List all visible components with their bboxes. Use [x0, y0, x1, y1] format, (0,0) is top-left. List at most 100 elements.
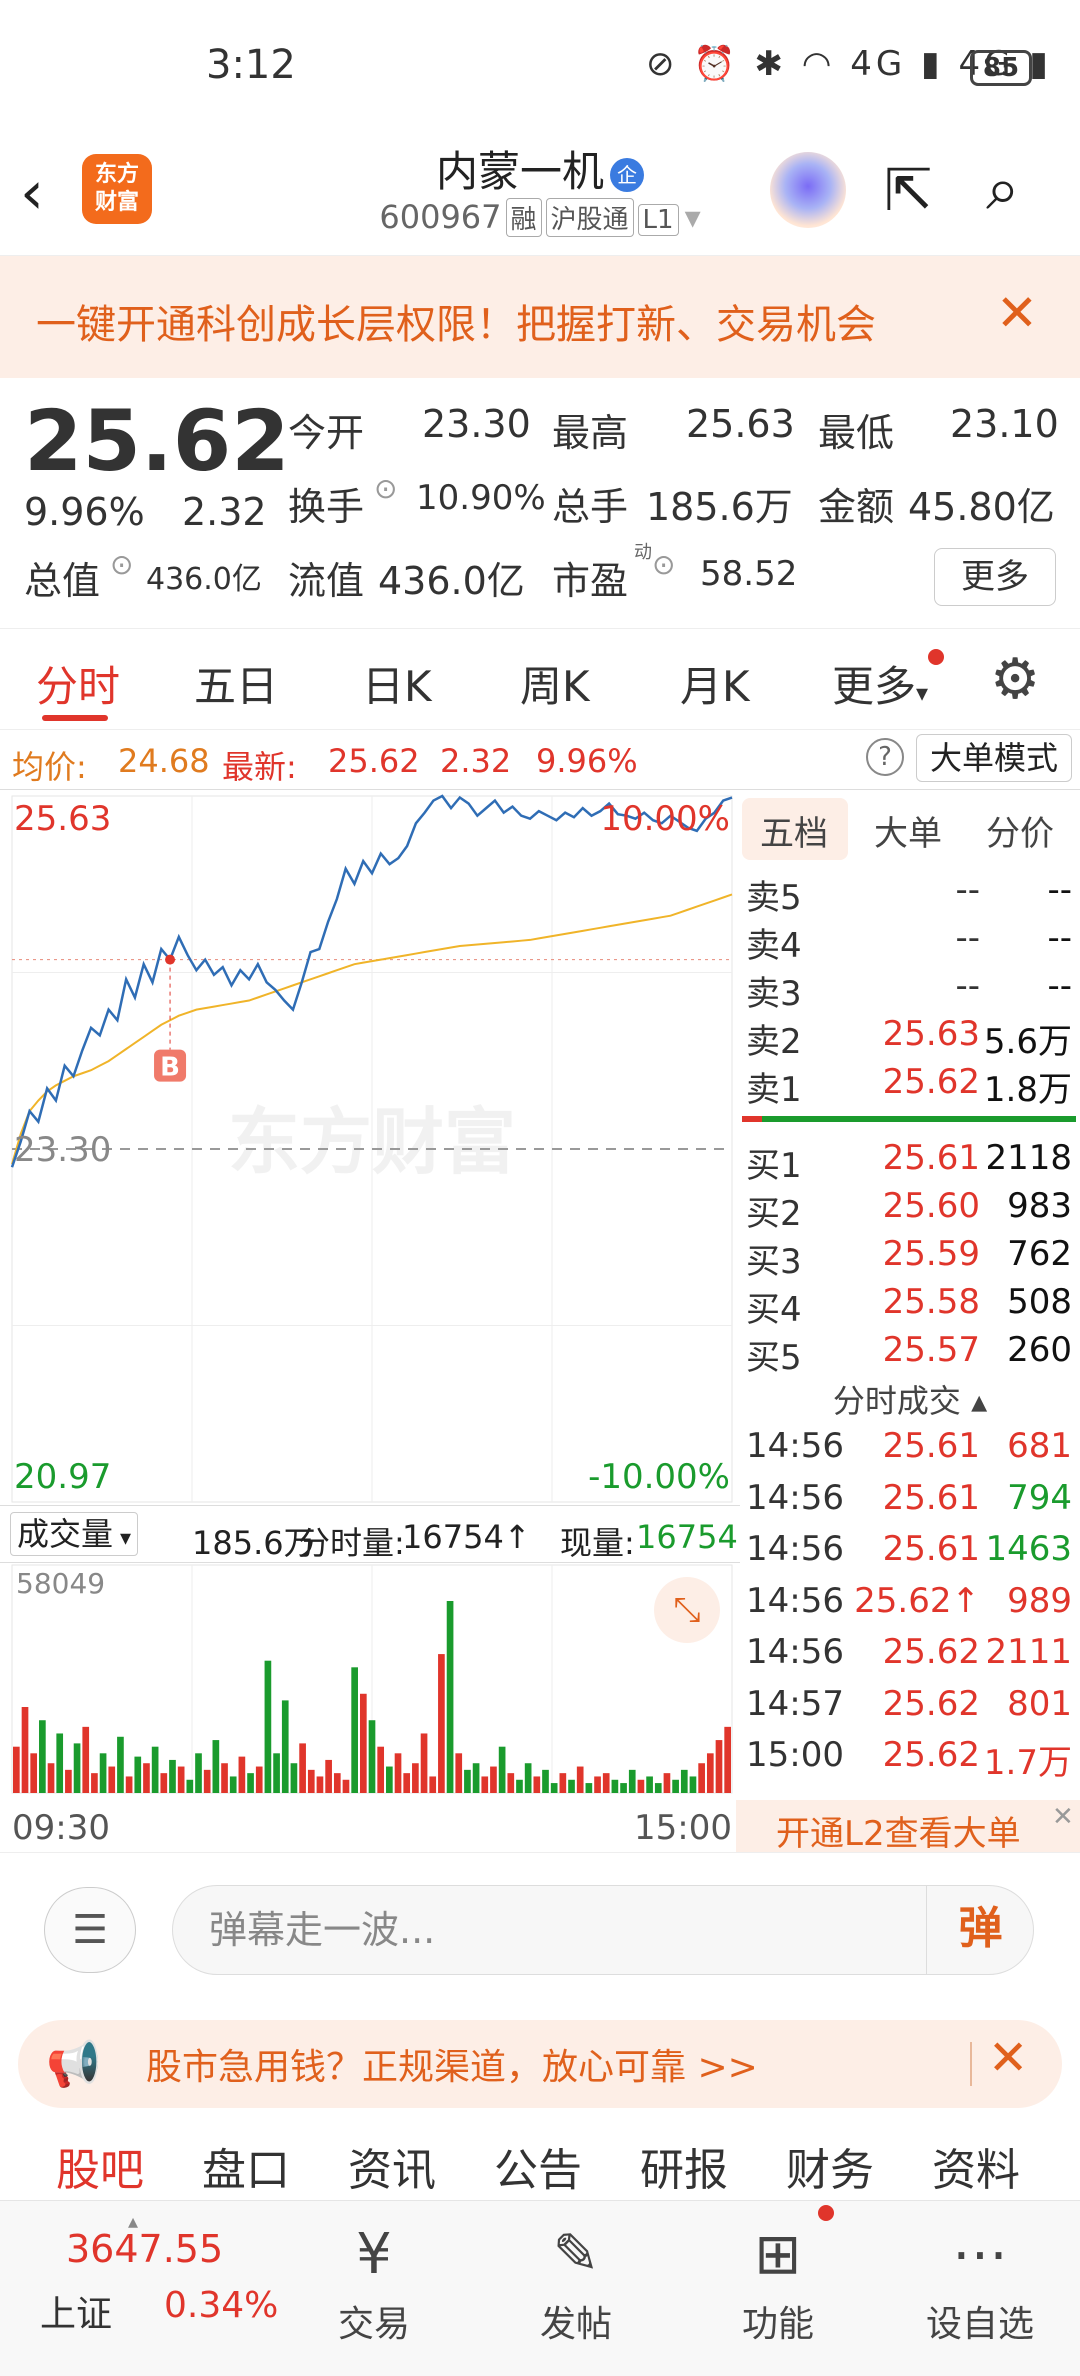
close-icon[interactable]: ✕: [1052, 1802, 1074, 1832]
tab-more[interactable]: 更多▾: [832, 653, 928, 714]
tab-profile[interactable]: 资料: [932, 2134, 1020, 2198]
volume-bar: [333, 1773, 341, 1793]
nav-watchlist-label: 设自选: [925, 2304, 1034, 2345]
volume-bar: [706, 1753, 714, 1793]
assistant-robot-icon[interactable]: [770, 152, 846, 228]
bid-price: 25.61: [882, 1138, 980, 1178]
chevron-down-icon: ▾: [916, 679, 929, 707]
nav-watchlist[interactable]: ⋯ 设自选: [900, 2201, 1060, 2347]
gear-icon[interactable]: ⚙: [990, 647, 1040, 712]
nav-post[interactable]: ✎ 发帖: [496, 2201, 656, 2347]
volume-bar: [247, 1773, 254, 1793]
volume-bar: [637, 1779, 645, 1793]
time-start: 09:30: [12, 1808, 110, 1848]
intraday-chart[interactable]: 东方财富 B 25.63 10.00% 23.30 20.97 -10.00%: [0, 790, 740, 1510]
volume-bar: [21, 1707, 29, 1793]
tick-volume: 2111: [985, 1632, 1072, 1672]
ticks-title[interactable]: 分时成交 ▴: [740, 1376, 1080, 1422]
info-icon[interactable]: ⊙: [110, 548, 133, 581]
volume-bar: [30, 1753, 38, 1793]
danmu-input[interactable]: 弹幕走一波...: [172, 1885, 1034, 1975]
volume-bar: [576, 1766, 584, 1793]
volume-bar: [351, 1667, 358, 1793]
tab-depth[interactable]: 盘口: [202, 2134, 290, 2198]
volume-bar: [464, 1769, 471, 1793]
help-icon[interactable]: ?: [866, 738, 904, 776]
enterprise-badge: 企: [610, 157, 644, 192]
tab-monthly-k[interactable]: 月K: [680, 653, 750, 714]
volume-bar: [620, 1783, 627, 1793]
chevron-down-icon[interactable]: ▾: [685, 198, 701, 236]
l2-text: 开通L2查看大单: [776, 1814, 1021, 1854]
tab-research[interactable]: 研报: [640, 2134, 728, 2198]
danmu-settings-icon[interactable]: ☰: [44, 1887, 136, 1973]
close-icon[interactable]: ✕: [988, 2030, 1028, 2086]
tag-margin: 融: [505, 198, 542, 237]
chart-tabs: 分时 五日 日K 周K 月K 更多▾ ⚙: [0, 628, 1080, 730]
volume-bar: [203, 1769, 211, 1793]
volume-bar: [65, 1769, 72, 1793]
index-pct[interactable]: 0.34%: [164, 2285, 278, 2326]
tab-announcements[interactable]: 公告: [494, 2134, 582, 2198]
y-min-label: 20.97: [14, 1457, 111, 1497]
tab-five-day[interactable]: 五日: [194, 653, 278, 714]
volume-bar: [264, 1660, 272, 1793]
tick-volume: 989: [1007, 1580, 1072, 1621]
index-name[interactable]: 上证: [40, 2285, 112, 2337]
tab-five-levels[interactable]: 五档: [760, 806, 828, 855]
volume-bar: [394, 1753, 402, 1793]
expand-icon[interactable]: ⤡: [654, 1577, 720, 1643]
tick-price: 25.62: [882, 1683, 980, 1724]
bottom-nav: ▴ 3647.55 上证 0.34% ¥ 交易 ✎ 发帖 ⊞ 功能 ⋯ 设自选: [0, 2200, 1080, 2376]
tab-price-dist[interactable]: 分价: [986, 806, 1054, 855]
search-icon[interactable]: ⌕: [986, 154, 1020, 224]
volume-bar: [143, 1763, 150, 1793]
volume-chart[interactable]: 58049 ⤡: [0, 1563, 740, 1800]
l2-upgrade-banner[interactable]: 开通L2查看大单 ✕: [736, 1800, 1080, 1854]
tab-big-orders[interactable]: 大单: [874, 806, 942, 855]
avg-label: 均价:: [12, 748, 87, 786]
big-order-mode-button[interactable]: 大单模式: [916, 734, 1072, 782]
more-button[interactable]: 更多: [934, 548, 1056, 606]
ask-row: 卖1 25.62 1.8万: [740, 1062, 1080, 1110]
change-value: 2.32: [440, 742, 512, 780]
tick-time: 14:56: [746, 1426, 844, 1466]
danmu-send-button[interactable]: 弹: [926, 1885, 1034, 1975]
time-axis: 09:30 15:00: [0, 1800, 740, 1852]
volume-selector[interactable]: 成交量 ▾: [10, 1512, 139, 1556]
bid-label: 买3: [746, 1242, 802, 1282]
close-icon[interactable]: ✕: [996, 284, 1038, 342]
tab-daily-k[interactable]: 日K: [362, 653, 432, 714]
price-change: 2.32: [182, 490, 267, 534]
volume-bar: [221, 1763, 228, 1793]
amount-value: 45.80亿: [908, 485, 1055, 529]
float-label: 流值: [288, 559, 365, 603]
volume-bar: [455, 1753, 463, 1793]
ask-label: 卖2: [746, 1022, 802, 1062]
promo-banner[interactable]: 一键开通科创成长层权限！把握打新、交易机会 ✕: [0, 256, 1080, 378]
active-tab-indicator: [42, 715, 108, 721]
tab-financials[interactable]: 财务: [786, 2134, 874, 2198]
volume-bar: [151, 1746, 159, 1793]
mcap-label: 总值: [24, 559, 101, 603]
tab-news[interactable]: 资讯: [348, 2134, 436, 2198]
info-icon[interactable]: ⊙: [652, 548, 675, 581]
open-value: 23.30: [422, 402, 531, 446]
volume-bar: [680, 1769, 688, 1793]
share-icon[interactable]: ⇱: [884, 156, 933, 224]
tab-weekly-k[interactable]: 周K: [520, 653, 590, 714]
index-value[interactable]: 3647.55: [66, 2227, 223, 2271]
info-icon[interactable]: ⊙: [374, 472, 397, 505]
bid-row: 买5 25.57 260: [740, 1330, 1080, 1378]
tab-intraday[interactable]: 分时: [36, 653, 120, 714]
nav-functions[interactable]: ⊞ 功能: [698, 2201, 858, 2347]
tab-forum[interactable]: 股吧: [56, 2134, 144, 2198]
tick-time: 14:56: [746, 1529, 844, 1569]
volume-bar: [325, 1759, 332, 1793]
volume-bar: [99, 1753, 107, 1793]
loan-ad-banner[interactable]: 📢 股市急用钱？正规渠道，放心可靠 >> ✕: [18, 2020, 1062, 2108]
segment-volume-label: 分时量:: [298, 1524, 405, 1562]
nav-trade[interactable]: ¥ 交易: [294, 2201, 454, 2347]
open-label: 今开: [288, 411, 365, 455]
ask-price: 25.63: [882, 1014, 980, 1054]
